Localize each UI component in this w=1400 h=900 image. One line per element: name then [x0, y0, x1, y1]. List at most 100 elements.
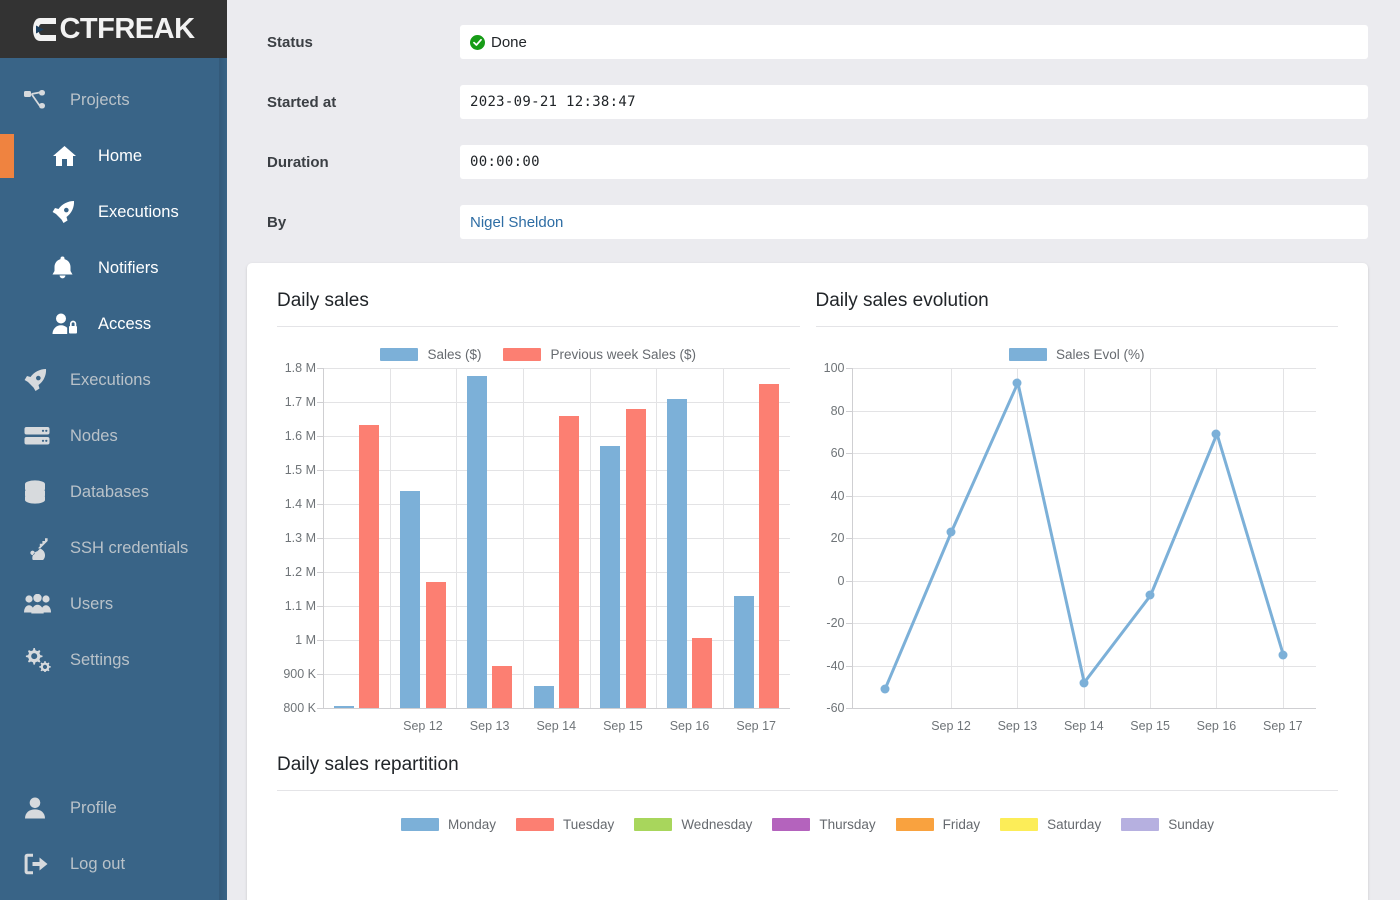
database-icon — [24, 478, 58, 506]
sidebar-item-users[interactable]: Users — [0, 576, 227, 632]
gridline — [522, 368, 524, 708]
bar[interactable] — [625, 409, 646, 708]
bar[interactable] — [466, 375, 487, 708]
legend-item[interactable]: Sales ($) — [380, 347, 481, 362]
sidebar-item-label: Executions — [98, 202, 179, 221]
divider — [277, 326, 800, 327]
status-field: Done — [460, 25, 1368, 59]
daily-sales-title: Daily sales — [277, 290, 369, 311]
bar[interactable] — [425, 582, 446, 708]
sidebar-item-label: Settings — [70, 650, 130, 669]
sidebar-item-label: Home — [98, 146, 143, 165]
bar[interactable] — [758, 384, 779, 708]
gridline — [456, 368, 458, 708]
bar[interactable] — [492, 666, 513, 708]
bar[interactable] — [400, 491, 421, 708]
legend-item[interactable]: Saturday — [1000, 817, 1101, 832]
sidebar-item-executions-sub[interactable]: Executions — [0, 184, 227, 240]
sidebar-item-home[interactable]: Home — [0, 128, 227, 184]
legend-label: Sales ($) — [427, 347, 482, 362]
sidebar-item-access[interactable]: Access — [0, 296, 227, 352]
user-lock-icon — [52, 310, 86, 338]
sidebar-item-executions[interactable]: Executions — [0, 352, 227, 408]
users-icon — [24, 590, 58, 618]
started-at-field: 2023-09-21 12:38:47 — [460, 85, 1368, 119]
bar[interactable] — [692, 637, 713, 708]
sidebar-item-label: Nodes — [70, 426, 118, 445]
y-axis-line — [851, 368, 853, 708]
legend-item[interactable]: Sunday — [1121, 817, 1214, 832]
bar[interactable] — [666, 398, 687, 708]
sidebar-item-settings[interactable]: Settings — [0, 632, 227, 688]
bar[interactable] — [600, 445, 621, 708]
sidebar-item-nodes[interactable]: Nodes — [0, 408, 227, 464]
gridline — [656, 368, 658, 708]
data-point[interactable] — [1012, 378, 1022, 388]
form-row-started-at: Started at 2023-09-21 12:38:47 — [247, 72, 1368, 132]
by-user-link[interactable]: Nigel Sheldon — [470, 214, 563, 231]
sidebar-bottom-nav: Profile Log out — [0, 780, 227, 900]
data-point[interactable] — [946, 527, 956, 537]
legend-item[interactable]: Thursday — [772, 817, 876, 832]
legend-item[interactable]: Friday — [895, 817, 981, 832]
sidebar-item-projects[interactable]: Projects — [0, 72, 227, 128]
status-value: Done — [491, 33, 527, 51]
form-row-by: By Nigel Sheldon — [247, 192, 1368, 252]
sitemap-icon — [24, 86, 58, 114]
data-point[interactable] — [1079, 678, 1089, 687]
sidebar-shadow — [219, 58, 227, 900]
logo-text: CTFREAK — [59, 12, 195, 45]
form-label: By — [267, 213, 287, 231]
form-label: Started at — [267, 93, 337, 111]
legend-item[interactable]: Wednesday — [634, 817, 752, 832]
gridline — [323, 674, 790, 675]
legend-item[interactable]: Sales Evol (%) — [1008, 347, 1145, 362]
charts-card: Daily sales Sales ($) Previous week Sales… — [247, 263, 1368, 900]
sidebar-item-ssh-credentials[interactable]: SSH credentials — [0, 520, 227, 576]
legend-label: Sales Evol (%) — [1055, 347, 1145, 362]
sidebar-item-notifiers[interactable]: Notifiers — [0, 240, 227, 296]
sidebar-item-label: Executions — [70, 370, 151, 389]
x-axis-tick-label: Sep 13 — [469, 719, 510, 733]
gridline — [722, 368, 724, 708]
daily-sales-evolution-legend: Sales Evol (%) — [816, 335, 1339, 368]
gridline — [323, 640, 790, 641]
legend-item[interactable]: Previous week Sales ($) — [503, 347, 696, 362]
sidebar-item-profile[interactable]: Profile — [0, 780, 227, 836]
bar[interactable] — [733, 596, 754, 708]
legend-swatch — [1121, 818, 1160, 831]
y-axis-line — [323, 368, 324, 708]
legend-label: Sunday — [1168, 817, 1214, 832]
sidebar-nav: Projects Home Executions Notifiers Acces… — [0, 58, 227, 780]
divider — [815, 326, 1338, 327]
form-label: Duration — [267, 153, 329, 171]
bar[interactable] — [533, 685, 554, 708]
legend-item[interactable]: Tuesday — [516, 817, 614, 832]
bar[interactable] — [358, 425, 379, 708]
legend-swatch — [401, 818, 439, 831]
data-point[interactable] — [880, 684, 890, 694]
daily-sales-legend: Sales ($) Previous week Sales ($) — [277, 335, 800, 368]
rocket-icon — [52, 198, 86, 226]
legend-item[interactable]: Monday — [401, 817, 496, 832]
legend-label: Friday — [942, 817, 981, 832]
legend-swatch — [895, 818, 934, 831]
data-point[interactable] — [1278, 650, 1288, 660]
sidebar-item-label: Users — [70, 594, 114, 613]
bar[interactable] — [558, 416, 579, 708]
data-point[interactable] — [1145, 590, 1155, 600]
home-icon — [52, 142, 86, 170]
sidebar-item-logout[interactable]: Log out — [0, 836, 227, 892]
legend-swatch — [380, 348, 419, 361]
user-icon — [24, 794, 58, 822]
legend-label: Thursday — [819, 817, 876, 832]
app-root: CTFREAK Projects Home Executions Notifie… — [0, 0, 1400, 900]
data-point[interactable] — [1211, 429, 1221, 439]
sidebar-item-databases[interactable]: Databases — [0, 464, 227, 520]
x-axis-line — [323, 708, 790, 709]
bell-icon — [52, 254, 86, 282]
sidebar-item-label: Databases — [70, 482, 149, 501]
app-logo[interactable]: CTFREAK — [32, 12, 195, 46]
sidebar: CTFREAK Projects Home Executions Notifie… — [0, 0, 227, 900]
gridline — [589, 368, 591, 708]
